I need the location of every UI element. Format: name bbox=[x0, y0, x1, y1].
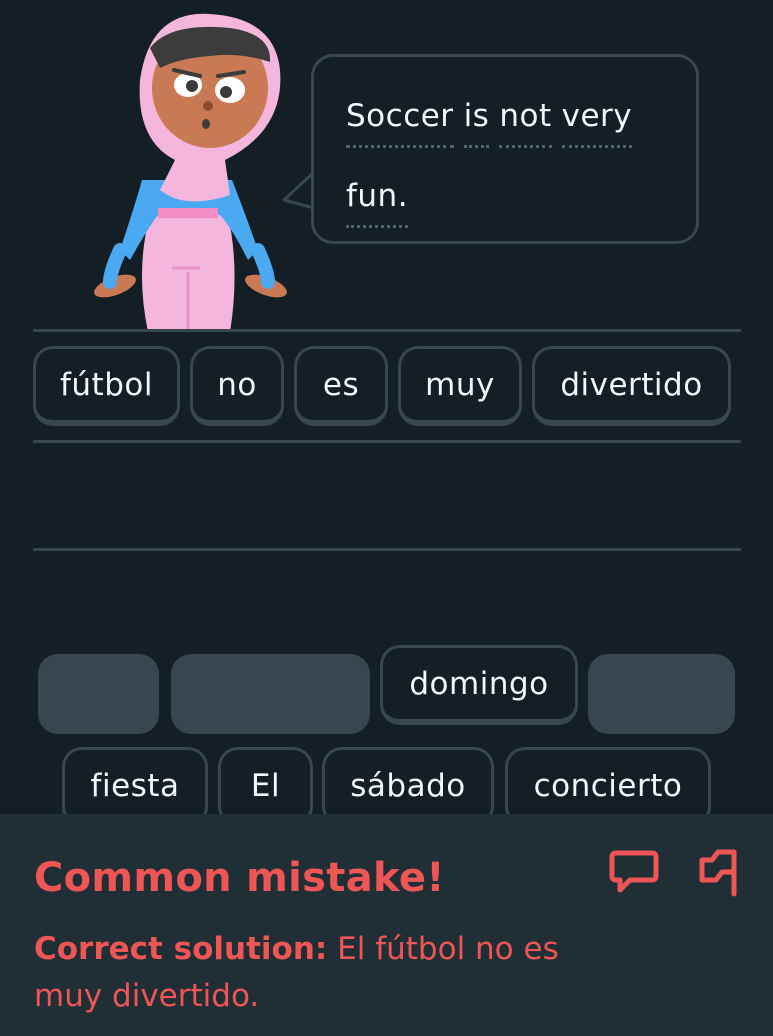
prompt-word[interactable]: is bbox=[463, 91, 490, 148]
flag-icon[interactable] bbox=[690, 844, 746, 900]
word-bank-empty-slot bbox=[38, 654, 159, 734]
prompt-sentence: Soccer is not very fun. bbox=[346, 91, 672, 251]
prompt-word[interactable]: Soccer bbox=[346, 91, 454, 148]
prompt-word[interactable]: very bbox=[561, 91, 633, 148]
speech-bubble: Soccer is not very fun. bbox=[311, 54, 699, 244]
answer-line-bottom bbox=[33, 548, 741, 551]
answer-line-middle bbox=[33, 440, 741, 443]
feedback-title: Common mistake! bbox=[34, 855, 445, 901]
answer-chip[interactable]: divertido bbox=[532, 346, 731, 426]
comment-icon[interactable] bbox=[606, 844, 662, 900]
word-bank-chip[interactable]: domingo bbox=[380, 645, 578, 725]
solution-label: Correct solution: bbox=[34, 931, 328, 967]
correct-solution: Correct solution: El fútbol no es muy di… bbox=[34, 926, 634, 1020]
answer-chip[interactable]: fútbol bbox=[33, 346, 180, 426]
answer-chip[interactable]: muy bbox=[398, 346, 522, 426]
character-illustration bbox=[94, 13, 287, 332]
answer-line-top bbox=[33, 329, 741, 332]
word-bank-empty-slot bbox=[171, 654, 370, 734]
answer-chip[interactable]: es bbox=[294, 346, 388, 426]
word-bank-empty-slot bbox=[588, 654, 735, 734]
prompt-word[interactable]: fun. bbox=[346, 171, 409, 228]
prompt-word[interactable]: not bbox=[499, 91, 552, 148]
answer-chip[interactable]: no bbox=[190, 346, 284, 426]
